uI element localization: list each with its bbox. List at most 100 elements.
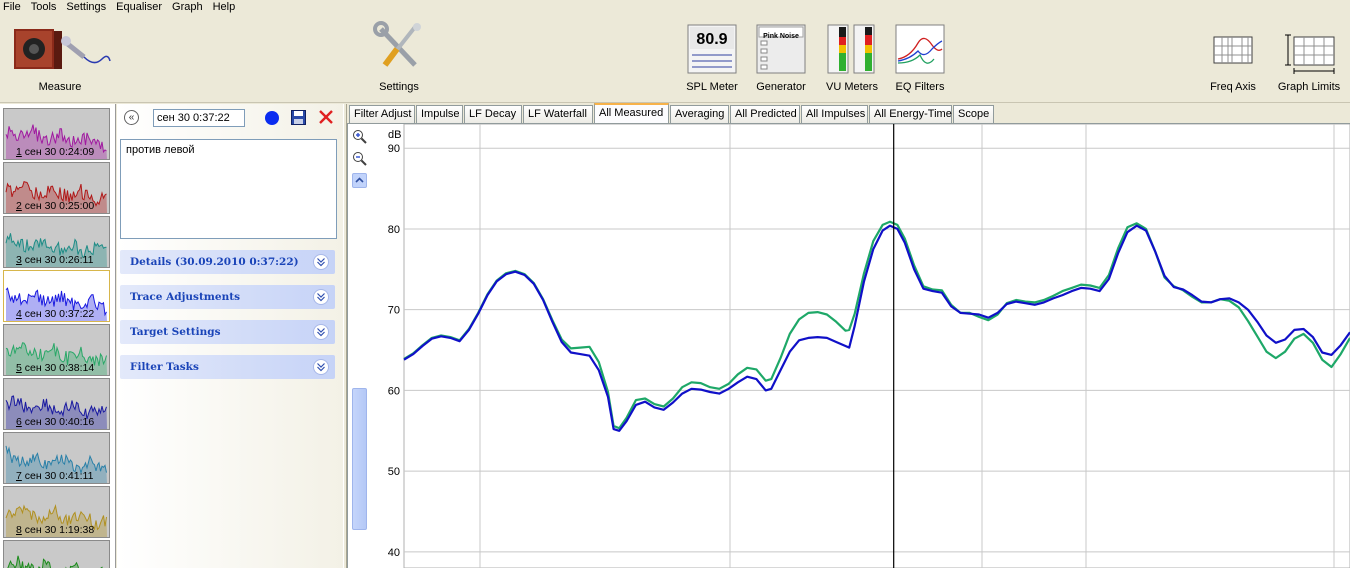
measure-button[interactable]: Measure [8,19,112,93]
vertical-scrollbar-thumb[interactable] [352,388,367,530]
eq-filters-icon [895,24,945,74]
measure-label: Measure [38,81,82,93]
thumbnail-label: 6 сен 30 0:40:16 [16,416,95,428]
settings-label: Settings [379,81,419,93]
freq-axis-icon [1213,36,1253,64]
menu-settings[interactable]: Settings [62,0,112,15]
y-tick-label: 60 [388,385,400,397]
tab-impulse[interactable]: Impulse [416,105,463,123]
scroll-up-button[interactable] [352,173,367,188]
graph-limits-button[interactable]: Graph Limits [1274,19,1344,93]
generator-button[interactable]: Pink Noise Generator [752,19,810,93]
thumbnail-label: 5 сен 30 0:38:14 [16,362,95,374]
thumbnail-trace [7,555,103,568]
eq-filters-button[interactable]: EQ Filters [892,19,948,93]
vu-meters-icon [827,24,875,74]
menu-help[interactable]: Help [209,0,242,15]
save-icon[interactable] [291,110,306,125]
y-tick-label: 90 [388,143,400,155]
filter-tasks-section[interactable]: Filter Tasks [120,355,335,379]
notes-textarea[interactable]: против левой [120,139,337,239]
graph-tabs: Filter Adjust Impulse LF Decay LF Waterfall… [347,103,1350,124]
tools-icon [373,21,421,67]
target-settings-section[interactable]: Target Settings [120,320,335,344]
menu-graph[interactable]: Graph [168,0,209,15]
menu-file[interactable]: File [0,0,27,15]
y-axis-ticks: 90 80 70 60 50 40 [388,143,400,559]
tab-lf-waterfall[interactable]: LF Waterfall [523,105,593,123]
speaker-microphone-icon [14,29,111,69]
y-tick-label: 40 [388,547,400,559]
vu-meters-label: VU Meters [826,81,878,93]
chevron-down-icon [313,359,329,375]
toolbar: Measure Settings 80.9 SPL Meter Pink Noi… [0,15,1350,103]
measurement-thumbnail[interactable]: 4 сен 30 0:37:22 [3,270,110,322]
zoom-in-icon[interactable] [352,129,368,145]
tab-all-impulses[interactable]: All Impulses [801,105,868,123]
close-icon[interactable] [318,109,334,125]
graph-limits-icon [1285,34,1335,74]
graph-limits-label: Graph Limits [1277,81,1341,93]
chevron-down-icon [313,324,329,340]
chevron-down-icon [313,254,329,270]
thumbnail-label: 8 сен 30 1:19:38 [16,524,95,536]
tab-lf-decay[interactable]: LF Decay [464,105,522,123]
measurement-thumbnail[interactable]: 9 [3,540,110,568]
filter-tasks-label: Filter Tasks [130,361,199,373]
tab-all-energy-time[interactable]: All Energy-Time [869,105,952,123]
freq-axis-button[interactable]: Freq Axis [1204,19,1262,93]
menu-bar: File Tools Settings Equaliser Graph Help [0,0,1350,15]
thumbnail-label: 7 сен 30 0:41:11 [16,470,94,482]
chart-grid [403,124,1350,568]
trace-color-button[interactable] [265,111,279,125]
tab-filter-adjust[interactable]: Filter Adjust [349,105,415,123]
tab-averaging[interactable]: Averaging [670,105,729,123]
spl-value: 80.9 [696,31,728,48]
chevron-down-icon [313,289,329,305]
measurement-panel: « против левой Details (30.09.2010 0:37:… [117,104,343,568]
measurement-header: « [117,104,343,134]
measurement-name-input[interactable] [153,109,245,127]
generator-mode: Pink Noise [763,33,799,40]
spl-meter-label: SPL Meter [686,81,738,93]
measurement-thumbnail[interactable]: 8 сен 30 1:19:38 [3,486,110,538]
menu-tools[interactable]: Tools [27,0,63,15]
thumbnail-label: 1 сен 30 0:24:09 [16,146,95,158]
zoom-out-icon[interactable] [352,151,368,167]
details-section-label: Details (30.09.2010 0:37:22) [130,256,299,268]
chevron-up-icon [355,177,364,183]
measurement-thumbnail[interactable]: 5 сен 30 0:38:14 [3,324,110,376]
settings-button[interactable]: Settings [369,19,429,93]
target-settings-label: Target Settings [130,326,221,338]
tab-all-measured[interactable]: All Measured [594,103,669,124]
menu-equaliser[interactable]: Equaliser [112,0,168,15]
frequency-response-chart[interactable]: 90 80 70 60 50 40 dB [370,124,1350,568]
app-window: File Tools Settings Equaliser Graph Help… [0,0,1350,568]
y-tick-label: 80 [388,224,400,236]
y-axis-label: dB [388,129,401,141]
trace-adjustments-label: Trace Adjustments [130,291,240,303]
thumbnail-label: 4 сен 30 0:37:22 [16,308,95,320]
details-section[interactable]: Details (30.09.2010 0:37:22) [120,250,335,274]
thumbnail-label: 2 сен 30 0:25:00 [16,200,95,212]
measurement-thumbnail[interactable]: 2 сен 30 0:25:00 [3,162,110,214]
tab-all-predicted[interactable]: All Predicted [730,105,800,123]
tab-scope[interactable]: Scope [953,105,994,123]
measurement-thumbnail[interactable]: 1 сен 30 0:24:09 [3,108,110,160]
collapse-panel-button[interactable]: « [124,110,139,125]
eq-filters-label: EQ Filters [895,81,945,93]
freq-axis-label: Freq Axis [1210,81,1256,93]
vu-meters-button[interactable]: VU Meters [824,19,880,93]
measurement-thumbnail[interactable]: 3 сен 30 0:26:11 [3,216,110,268]
measurement-thumbnail[interactable]: 6 сен 30 0:40:16 [3,378,110,430]
generator-icon [756,24,806,74]
y-tick-label: 70 [388,305,400,317]
spl-meter-button[interactable]: 80.9 SPL Meter [684,19,740,93]
plot-area [403,124,1350,568]
measurement-thumbnail[interactable]: 7 сен 30 0:41:11 [3,432,110,484]
generator-label: Generator [756,81,806,93]
thumbnail-label: 3 сен 30 0:26:11 [16,254,94,266]
trace-adjustments-section[interactable]: Trace Adjustments [120,285,335,309]
y-tick-label: 50 [388,466,400,478]
measurement-list: 1 сен 30 0:24:09 2 сен 30 0:25:00 3 сен 30… [0,104,116,568]
